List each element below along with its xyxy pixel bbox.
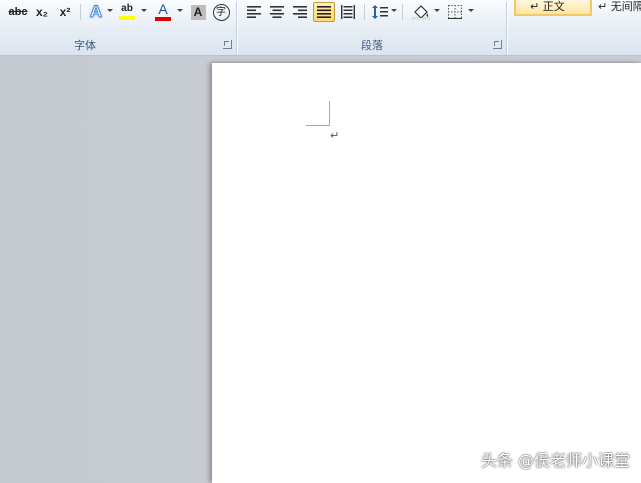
char-shading-button[interactable]: A <box>188 2 208 22</box>
font-color-bar <box>155 17 171 21</box>
align-center-button[interactable] <box>267 2 287 22</box>
paint-bucket-icon <box>412 5 430 20</box>
justify-icon <box>317 6 331 18</box>
ribbon: abc x₂ x² A ab A A 字 字体 段落 ↵ 正文 ↵ 无间隔 <box>0 0 641 56</box>
highlight-button[interactable]: ab <box>116 2 138 22</box>
align-left-icon <box>247 6 261 18</box>
superscript-icon: x² <box>59 5 71 19</box>
group-separator <box>236 2 237 54</box>
superscript-button[interactable]: x² <box>55 2 75 22</box>
text-effects-icon: A <box>89 2 103 22</box>
align-right-icon <box>293 6 307 18</box>
text-effects-button[interactable]: A <box>86 2 106 22</box>
borders-button[interactable] <box>445 2 465 22</box>
align-right-button[interactable] <box>290 2 310 22</box>
line-spacing-button[interactable] <box>370 2 390 22</box>
enclose-char-button[interactable]: 字 <box>210 2 232 22</box>
style-no-spacing[interactable]: ↵ 无间隔 <box>596 0 641 16</box>
highlight-color-bar <box>119 16 135 20</box>
align-center-icon <box>270 6 284 18</box>
shading-button[interactable] <box>410 2 432 22</box>
distributed-icon <box>341 5 355 19</box>
distributed-button[interactable] <box>338 2 358 22</box>
strikethrough-button[interactable]: abc <box>6 2 30 22</box>
highlight-icon: ab <box>121 3 133 14</box>
strikethrough-icon: abc <box>8 6 28 18</box>
text-effects-dropdown-icon[interactable] <box>107 9 113 12</box>
borders-dropdown-icon[interactable] <box>468 9 474 12</box>
group-separator <box>506 2 507 54</box>
line-spacing-icon <box>372 5 388 19</box>
document-page[interactable]: ↵ 头条 @侯老师小课堂 <box>212 63 641 483</box>
style-no-spacing-label: ↵ 无间隔 <box>598 0 641 13</box>
shading-dropdown-icon[interactable] <box>434 9 440 12</box>
style-normal[interactable]: ↵ 正文 <box>514 0 592 16</box>
font-group: abc x₂ x² A ab A A 字 字体 <box>0 0 236 56</box>
paragraph-group-label: 段落 <box>361 39 383 52</box>
font-group-label: 字体 <box>74 39 96 52</box>
enclose-char-icon: 字 <box>212 3 230 21</box>
char-shading-icon: A <box>190 4 206 20</box>
paragraph-dialog-launcher-icon[interactable] <box>493 40 502 49</box>
font-dialog-launcher-icon[interactable] <box>223 40 232 49</box>
paragraph-group: 段落 <box>238 0 506 56</box>
subscript-icon: x₂ <box>35 5 48 19</box>
justify-button[interactable] <box>313 2 335 22</box>
divider <box>80 4 81 20</box>
document-workspace[interactable]: ↵ 头条 @侯老师小课堂 <box>0 56 641 483</box>
style-normal-label: ↵ 正文 <box>530 0 565 13</box>
divider <box>402 4 403 20</box>
margin-crop-mark <box>306 101 330 126</box>
line-spacing-dropdown-icon[interactable] <box>391 9 397 12</box>
highlight-dropdown-icon[interactable] <box>141 9 147 12</box>
align-left-button[interactable] <box>244 2 264 22</box>
watermark: 头条 @侯老师小课堂 <box>480 451 630 470</box>
styles-gallery: ↵ 正文 ↵ 无间隔 <box>508 0 641 20</box>
font-color-dropdown-icon[interactable] <box>177 9 183 12</box>
borders-icon <box>448 5 462 19</box>
divider <box>364 4 365 20</box>
paragraph-mark: ↵ <box>330 129 340 142</box>
subscript-button[interactable]: x₂ <box>32 2 52 22</box>
font-color-icon: A <box>158 1 168 17</box>
font-color-button[interactable]: A <box>152 2 174 22</box>
